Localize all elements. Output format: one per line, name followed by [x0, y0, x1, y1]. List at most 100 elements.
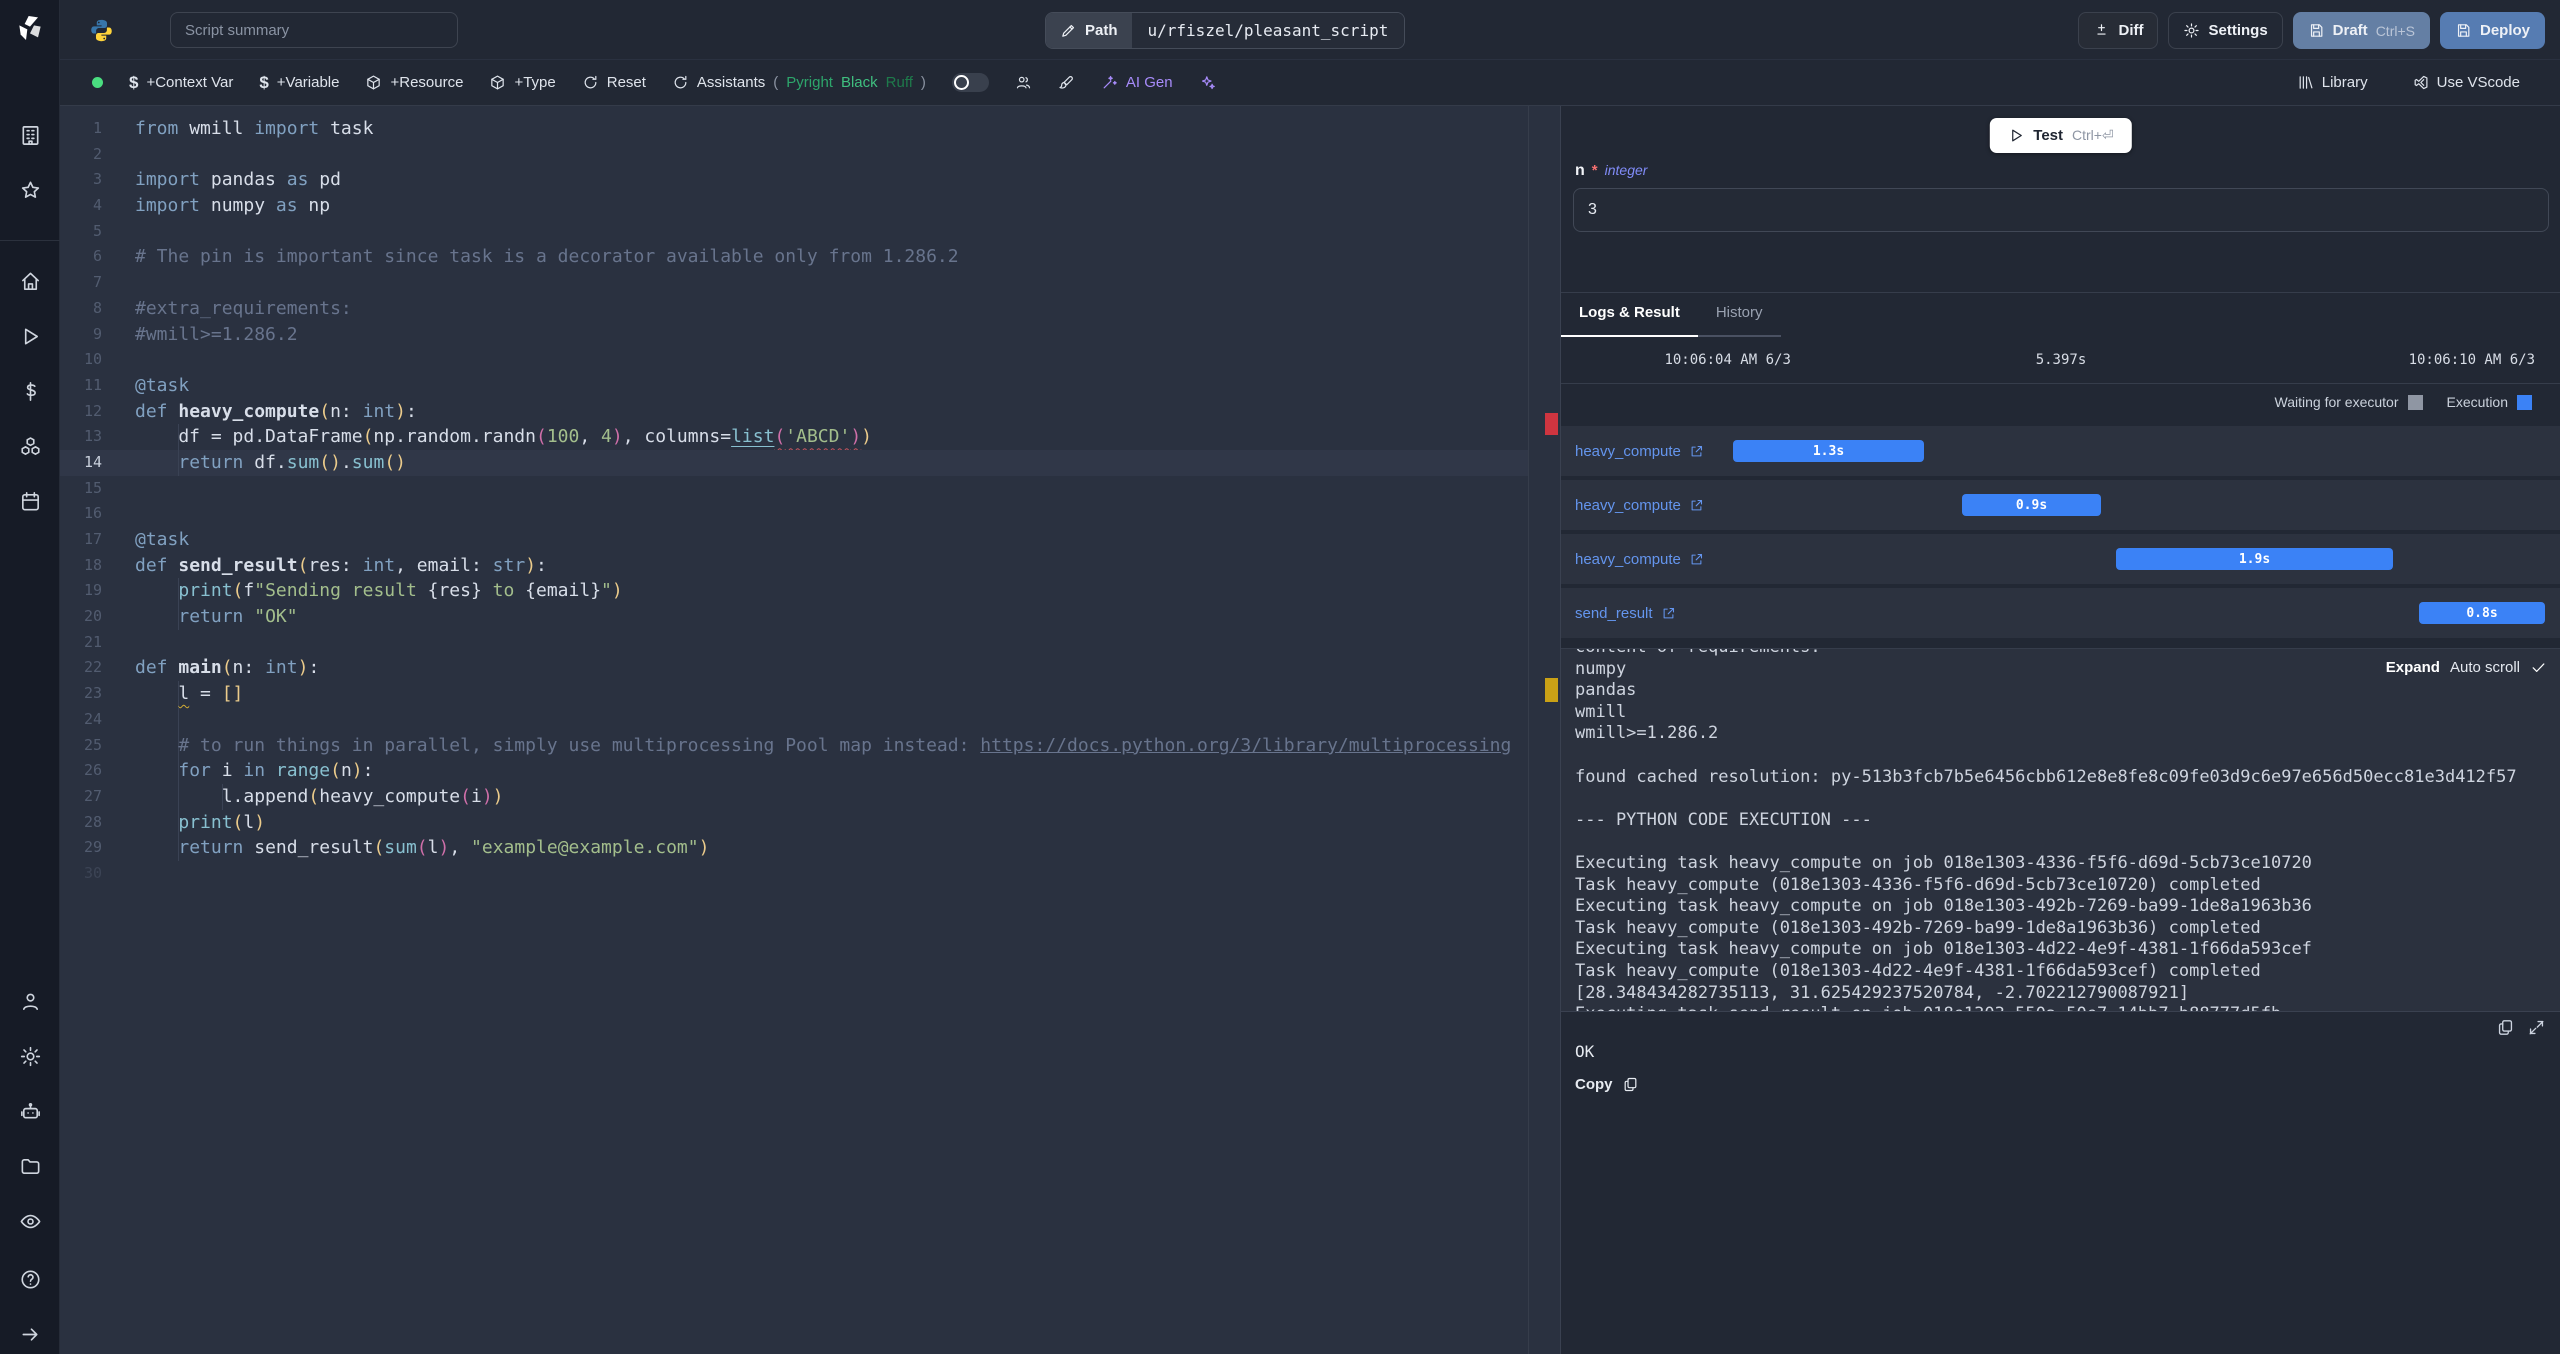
- code-line-29[interactable]: 29 return send_result(sum(l), "example@e…: [60, 835, 1528, 861]
- task-link-send_result[interactable]: send_result: [1575, 588, 1676, 638]
- line-number: 7: [92, 273, 102, 292]
- line-number: 23: [83, 684, 102, 703]
- code-line-23[interactable]: 23 l = []: [60, 681, 1528, 707]
- add-resource-button[interactable]: +Resource: [365, 74, 463, 91]
- package-icon: [365, 74, 382, 91]
- users-icon: [1015, 74, 1032, 91]
- test-button[interactable]: Test Ctrl+⏎: [1989, 118, 2132, 153]
- code-line-8[interactable]: 8 #extra_requirements:: [60, 296, 1528, 322]
- task-link-heavy_compute[interactable]: heavy_compute: [1575, 534, 1704, 584]
- code-line-21[interactable]: 21: [60, 630, 1528, 656]
- assistants-button[interactable]: Assistants ( Pyright Black Ruff ): [672, 74, 926, 91]
- library-button[interactable]: Library: [2297, 74, 2368, 91]
- code-line-20[interactable]: 20 return "OK": [60, 604, 1528, 630]
- collab-users-button[interactable]: [1015, 74, 1032, 91]
- execution-bar[interactable]: 1.3s: [1733, 440, 1924, 462]
- deploy-button[interactable]: Deploy: [2439, 12, 2545, 49]
- end-time: 10:06:10 AM 6/3: [2408, 351, 2535, 368]
- task-link-heavy_compute[interactable]: heavy_compute: [1575, 426, 1704, 476]
- code-line-22[interactable]: 22 def main(n: int):: [60, 655, 1528, 681]
- code-line-30[interactable]: 30: [60, 861, 1528, 887]
- code-line-24[interactable]: 24: [60, 706, 1528, 733]
- code-line-25[interactable]: 25 # to run things in parallel, simply u…: [60, 732, 1528, 759]
- code-text: l.append(heavy_compute(i)): [135, 785, 504, 807]
- sidebar-item-person-icon[interactable]: [19, 990, 42, 1013]
- code-line-28[interactable]: 28 print(l): [60, 809, 1528, 836]
- log-line: Executing task heavy_compute on job 018e…: [1575, 939, 2312, 960]
- code-line-16[interactable]: 16: [60, 501, 1528, 527]
- code-line-19[interactable]: 19 print(f"Sending result {res} to {emai…: [60, 578, 1528, 605]
- code-text: for i in range(n):: [178, 760, 374, 782]
- code-line-26[interactable]: 26 for i in range(n):: [60, 758, 1528, 784]
- code-line-12[interactable]: 12 def heavy_compute(n: int):: [60, 399, 1528, 425]
- execution-bar[interactable]: 1.9s: [2116, 548, 2393, 570]
- task-link-heavy_compute[interactable]: heavy_compute: [1575, 480, 1704, 530]
- sidebar-item-building-icon[interactable]: [19, 124, 42, 147]
- code-line-6[interactable]: 6 # The pin is important since task is a …: [60, 244, 1528, 270]
- diff-button[interactable]: Diff: [2078, 12, 2159, 49]
- sidebar-item-eye-icon[interactable]: [19, 1210, 42, 1233]
- copy-button[interactable]: Copy: [1575, 1076, 1639, 1093]
- fullscreen-icon[interactable]: [2527, 1018, 2546, 1037]
- reset-button[interactable]: Reset: [582, 74, 646, 91]
- log-output[interactable]: content of requirements:numpypandaswmill…: [1561, 648, 2560, 1012]
- assistant-pyright: Pyright: [786, 74, 833, 91]
- code-line-9[interactable]: 9 #wmill>=1.286.2: [60, 322, 1528, 348]
- code-line-18[interactable]: 18 def send_result(res: int, email: str):: [60, 553, 1528, 579]
- autoscroll-label[interactable]: Auto scroll: [2450, 659, 2520, 676]
- sidebar-item-help-icon[interactable]: [19, 1268, 42, 1291]
- sidebar-item-gear-icon[interactable]: [19, 1045, 42, 1068]
- add-variable-button[interactable]: $ +Variable: [259, 73, 339, 93]
- sidebar-item-home-icon[interactable]: [19, 270, 42, 293]
- diff-mode-toggle[interactable]: [951, 73, 989, 92]
- code-line-10[interactable]: 10: [60, 347, 1528, 373]
- code-line-2[interactable]: 2: [60, 142, 1528, 168]
- log-line: Executing task heavy_compute on job 018e…: [1575, 852, 2312, 873]
- code-line-15[interactable]: 15: [60, 476, 1528, 502]
- copy-icon: [1622, 1076, 1639, 1093]
- code-line-27[interactable]: 27 l.append(heavy_compute(i)): [60, 783, 1528, 810]
- path-chip[interactable]: Path u/rfiszel/pleasant_script: [1045, 12, 1406, 49]
- code-line-13[interactable]: 13 df = pd.DataFrame(np.random.randn(100…: [60, 424, 1528, 450]
- ai-gen-button[interactable]: AI Gen: [1101, 74, 1173, 91]
- code-text: # to run things in parallel, simply use …: [135, 734, 1512, 756]
- sidebar-item-cubes-icon[interactable]: [19, 435, 42, 458]
- code-line-4[interactable]: 4 import numpy as np: [60, 193, 1528, 219]
- execution-bar[interactable]: 0.8s: [2419, 602, 2545, 624]
- execution-bar[interactable]: 0.9s: [1962, 494, 2101, 516]
- sidebar-item-dollar-icon[interactable]: [19, 380, 42, 403]
- code-line-5[interactable]: 5: [60, 219, 1528, 245]
- expand-logs-button[interactable]: Expand: [2386, 659, 2440, 676]
- add-type-button[interactable]: +Type: [489, 74, 556, 91]
- library-icon: [2297, 74, 2314, 91]
- tab-history[interactable]: History: [1697, 293, 1781, 337]
- code-line-7[interactable]: 7: [60, 270, 1528, 296]
- code-line-11[interactable]: 11 @task: [60, 373, 1528, 399]
- draft-shortcut: Ctrl+S: [2375, 22, 2415, 39]
- format-button[interactable]: [1058, 74, 1075, 91]
- code-line-14[interactable]: 14 return df.sum().sum(): [60, 449, 1528, 476]
- code-text: df = pd.DataFrame(np.random.randn(100, 4…: [135, 426, 873, 448]
- log-line: wmill: [1575, 701, 1627, 722]
- sidebar-item-folder-icon[interactable]: [19, 1155, 42, 1178]
- arg-n-input[interactable]: [1573, 188, 2549, 232]
- script-summary-input[interactable]: [170, 12, 458, 48]
- sidebar-item-calendar-icon[interactable]: [19, 490, 42, 513]
- use-vscode-button[interactable]: Use VScode: [2412, 74, 2520, 91]
- settings-button[interactable]: Settings: [2168, 12, 2283, 49]
- sidebar-item-arrow-right-icon[interactable]: [19, 1323, 42, 1346]
- add-context-var-button[interactable]: $ +Context Var: [129, 73, 233, 93]
- draft-button[interactable]: Draft Ctrl+S: [2292, 12, 2430, 49]
- code-editor[interactable]: 1 from wmill import task 2 3 import pandas a…: [60, 106, 1560, 1354]
- copy-result-icon[interactable]: [2496, 1018, 2515, 1037]
- code-line-17[interactable]: 17 @task: [60, 527, 1528, 553]
- code-line-3[interactable]: 3 import pandas as pd: [60, 167, 1528, 193]
- code-line-1[interactable]: 1 from wmill import task: [60, 116, 1528, 142]
- windmill-logo[interactable]: [14, 12, 46, 44]
- legend-swatch: [2517, 394, 2532, 410]
- tab-logs-result[interactable]: Logs & Result: [1561, 293, 1698, 337]
- sidebar-item-robot-icon[interactable]: [19, 1100, 42, 1123]
- sidebar-item-play-icon[interactable]: [19, 325, 42, 348]
- ai-sparkles-button[interactable]: [1199, 74, 1216, 91]
- sidebar-item-star-icon[interactable]: [19, 179, 42, 202]
